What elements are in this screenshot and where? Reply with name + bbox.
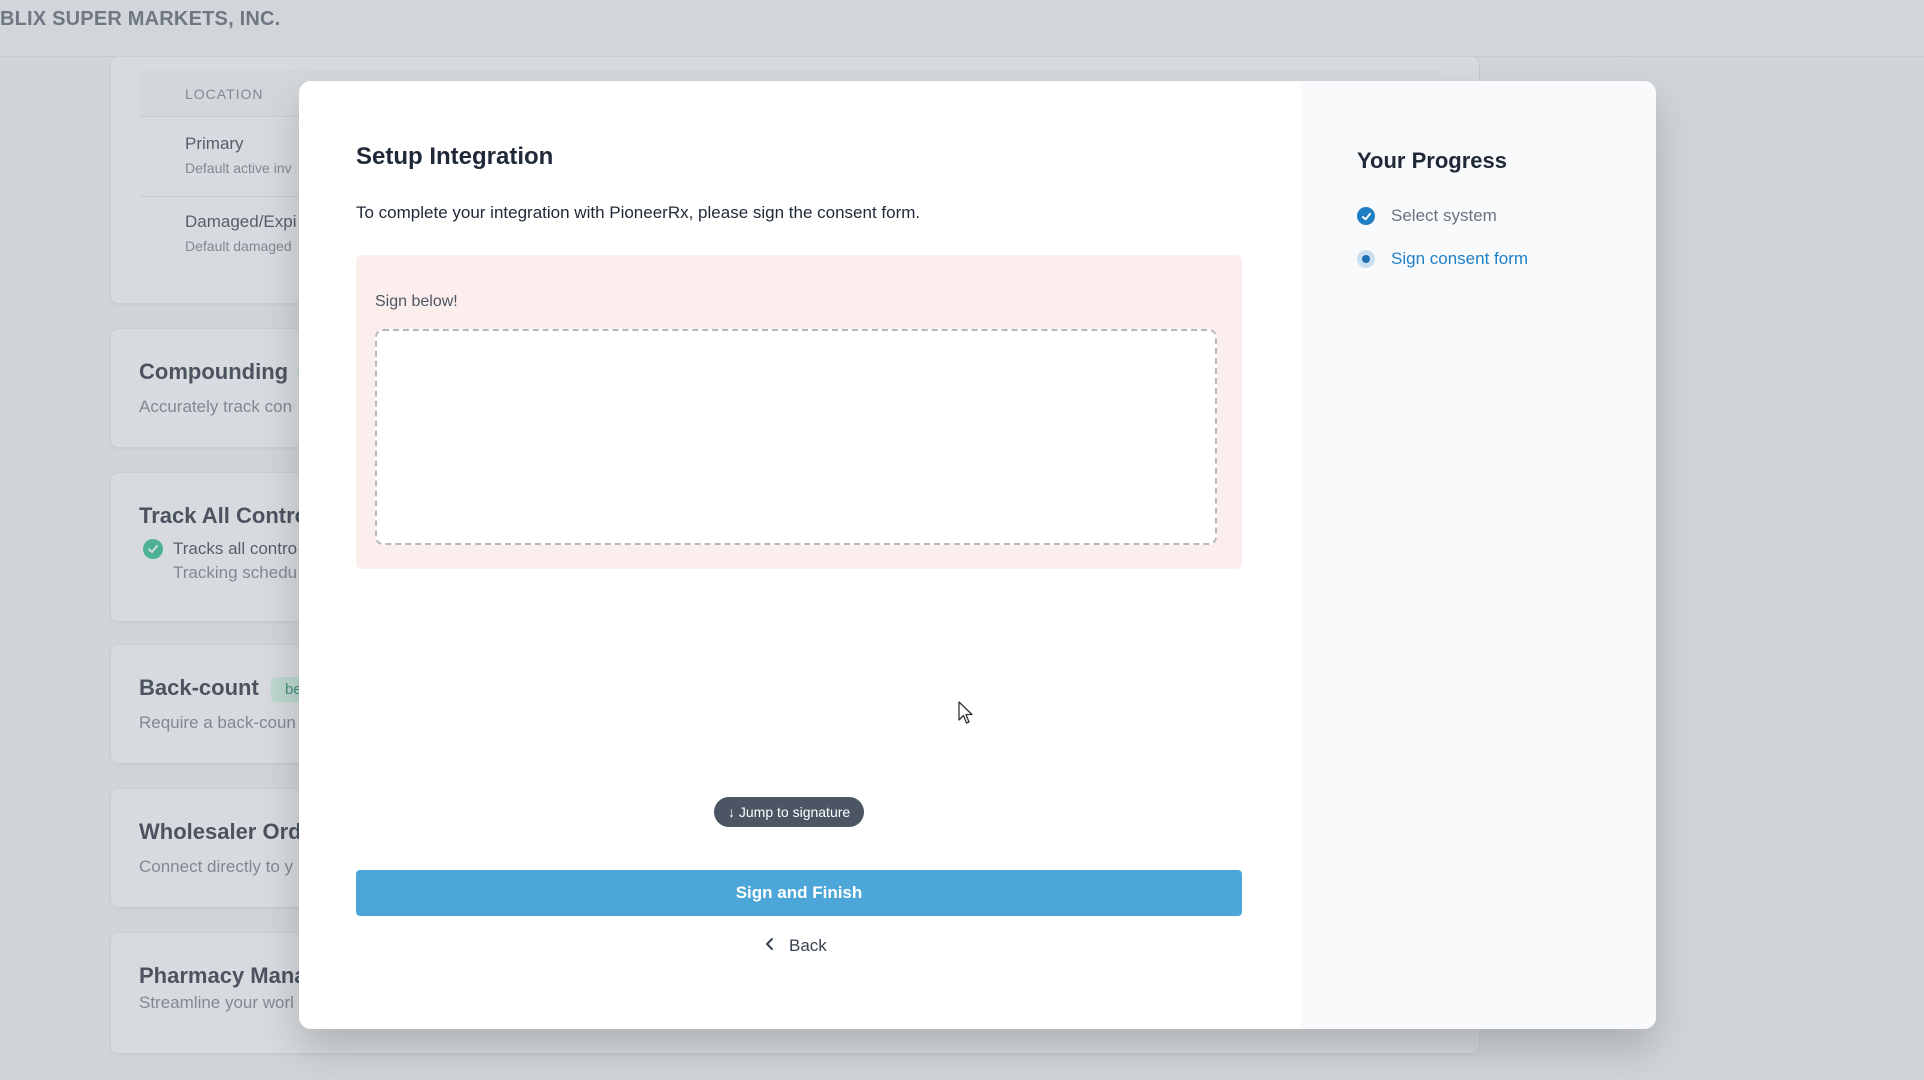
progress-step-select-system: Select system xyxy=(1357,206,1497,226)
signature-pad[interactable] xyxy=(375,329,1217,545)
progress-panel: Your Progress Select system Sign consent… xyxy=(1301,81,1656,1029)
check-circle-icon xyxy=(1357,207,1375,225)
back-label: Back xyxy=(789,936,827,955)
active-step-icon xyxy=(1357,250,1375,268)
mouse-cursor-icon xyxy=(958,701,974,730)
chevron-left-icon xyxy=(765,936,775,956)
jump-to-signature-button[interactable]: ↓ Jump to signature xyxy=(714,797,865,827)
setup-integration-modal: Setup Integration To complete your integ… xyxy=(299,81,1656,1029)
back-button[interactable]: Back xyxy=(765,936,827,956)
progress-step-sign-consent: Sign consent form xyxy=(1357,249,1528,269)
step-label: Select system xyxy=(1391,206,1497,225)
modal-title: Setup Integration xyxy=(356,143,554,170)
modal-subtitle: To complete your integration with Pionee… xyxy=(356,203,921,222)
progress-title: Your Progress xyxy=(1357,148,1507,173)
modal-main-panel: Setup Integration To complete your integ… xyxy=(299,81,1301,1029)
sign-and-finish-button[interactable]: Sign and Finish xyxy=(356,870,1242,916)
step-label: Sign consent form xyxy=(1391,249,1529,268)
signature-section: Sign below! xyxy=(356,255,1242,569)
sign-label: Sign below! xyxy=(375,293,458,310)
